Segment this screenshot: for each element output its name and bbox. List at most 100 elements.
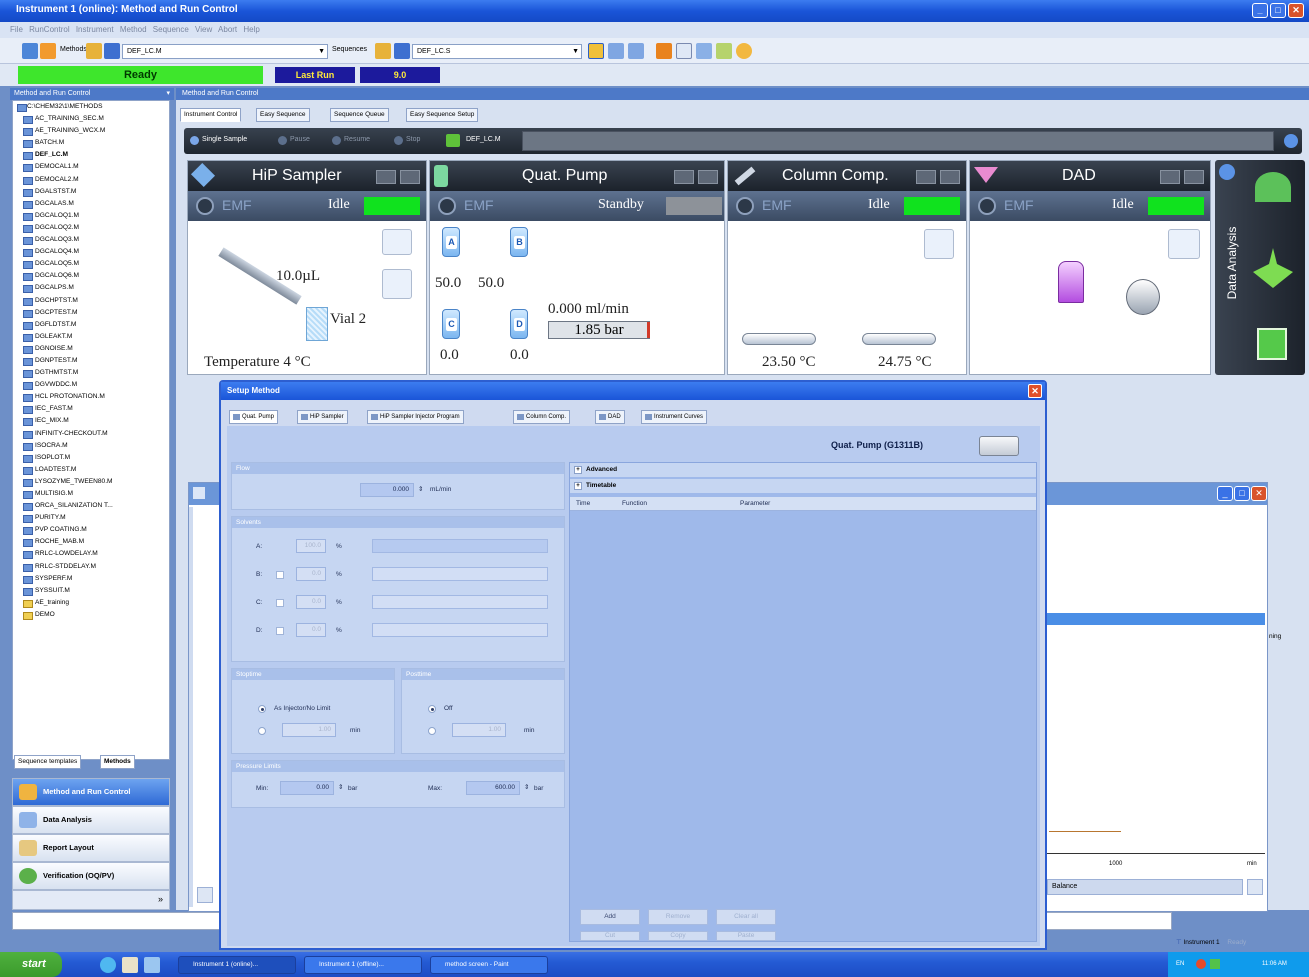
- toolbar-view-icon[interactable]: [22, 43, 38, 59]
- menu-file[interactable]: File: [10, 25, 23, 34]
- timetable-section[interactable]: + Timetable: [570, 479, 1036, 493]
- tree-item[interactable]: LYSOZYME_TWEEN80.M: [13, 476, 169, 488]
- posttime-input[interactable]: 1.00: [452, 723, 506, 737]
- advanced-section[interactable]: + Advanced: [570, 463, 1036, 477]
- tree-item[interactable]: DEMO: [13, 609, 169, 621]
- task-instrument-online[interactable]: Instrument 1 (online)...: [178, 956, 296, 974]
- tray-agilent-icon[interactable]: [1210, 959, 1220, 969]
- sampler-tray-icon[interactable]: [382, 229, 412, 255]
- tab-easy-sequence[interactable]: Easy Sequence: [256, 108, 310, 122]
- tree-item[interactable]: BATCH.M: [13, 137, 169, 149]
- tree-item[interactable]: DGCALOQ3.M: [13, 234, 169, 246]
- dad-menu[interactable]: [1184, 170, 1204, 184]
- solvent-b-input[interactable]: 0.0: [296, 567, 326, 581]
- solvent-d-input[interactable]: 0.0: [296, 623, 326, 637]
- bg-left-scroll-button[interactable]: [197, 887, 213, 903]
- tree-item[interactable]: DGFLDTST.M: [13, 319, 169, 331]
- print-icon[interactable]: [696, 43, 712, 59]
- load-sequence-icon[interactable]: [375, 43, 391, 59]
- dialog-tab-column-comp[interactable]: Column Comp.: [513, 410, 571, 424]
- tree-item[interactable]: DGCHPTST.M: [13, 295, 169, 307]
- dialog-tab-quat-pump[interactable]: Quat. Pump: [229, 410, 279, 424]
- quicklaunch-desktop-icon[interactable]: [122, 957, 138, 973]
- pressure-min-input[interactable]: 0.00: [280, 781, 334, 795]
- run-info-icon[interactable]: [1284, 134, 1298, 148]
- solvent-a-name[interactable]: [372, 539, 548, 553]
- tree-item[interactable]: ISOPLOT.M: [13, 452, 169, 464]
- layout-icon-1[interactable]: [588, 43, 604, 59]
- dad-minimize[interactable]: [1160, 170, 1180, 184]
- dialog-tab-hip-sampler[interactable]: HiP Sampler: [297, 410, 348, 424]
- tray-language[interactable]: EN: [1176, 961, 1184, 967]
- tree-item[interactable]: DGCALOQ5.M: [13, 258, 169, 270]
- tree-item[interactable]: AE_training: [13, 597, 169, 609]
- method-tree[interactable]: C:\CHEM32\1\METHODS AC_TRAINING_SEC.M AE_T…: [12, 100, 170, 760]
- tree-item[interactable]: RRLC-LOWDELAY.M: [13, 548, 169, 560]
- single-sample-button[interactable]: Single Sample: [190, 136, 247, 145]
- paste-button[interactable]: Paste: [716, 931, 776, 941]
- tree-item[interactable]: DGALSTST.M: [13, 186, 169, 198]
- nav-report-layout[interactable]: Report Layout: [12, 834, 170, 862]
- start-button[interactable]: start: [0, 952, 62, 977]
- bg-balance-field[interactable]: Balance: [1047, 879, 1243, 895]
- nav-overflow[interactable]: »: [12, 890, 170, 910]
- remove-button[interactable]: Remove: [648, 909, 708, 925]
- pause-button[interactable]: Pause: [278, 136, 310, 145]
- tree-item[interactable]: DEF_LC.M: [13, 149, 169, 161]
- load-method-icon[interactable]: [86, 43, 102, 59]
- menu-sequence[interactable]: Sequence: [153, 25, 189, 34]
- sampler-minimize[interactable]: [376, 170, 396, 184]
- stoptime-value-radio[interactable]: [258, 727, 266, 735]
- close-button[interactable]: ✕: [1288, 3, 1304, 18]
- nav-verification[interactable]: Verification (OQ/PV): [12, 862, 170, 890]
- tab-methods[interactable]: Methods: [100, 755, 135, 769]
- column-power-icon[interactable]: [736, 197, 754, 215]
- menu-instrument[interactable]: Instrument: [76, 25, 114, 34]
- quicklaunch-ie-icon[interactable]: [100, 957, 116, 973]
- tree-item[interactable]: DEMOCAL1.M: [13, 161, 169, 173]
- tree-root[interactable]: C:\CHEM32\1\METHODS: [13, 101, 169, 113]
- tab-sequence-queue[interactable]: Sequence Queue: [330, 108, 389, 122]
- tab-easy-sequence-setup[interactable]: Easy Sequence Setup: [406, 108, 479, 122]
- tree-item[interactable]: IEC_FAST.M: [13, 403, 169, 415]
- sampler-thermostat-icon[interactable]: [382, 269, 412, 299]
- tab-instrument-control[interactable]: Instrument Control: [180, 108, 242, 122]
- toolbar-method-icon[interactable]: [40, 43, 56, 59]
- tree-item[interactable]: DGCALOQ4.M: [13, 246, 169, 258]
- menu-help[interactable]: Help: [243, 25, 259, 34]
- tree-item[interactable]: DGCALOQ1.M: [13, 210, 169, 222]
- tree-item[interactable]: RRLC-STDDELAY.M: [13, 561, 169, 573]
- solvent-c-name[interactable]: [372, 595, 548, 609]
- sampler-menu[interactable]: [400, 170, 420, 184]
- info-icon[interactable]: [736, 43, 752, 59]
- tree-item[interactable]: INFINITY-CHECKOUT.M: [13, 428, 169, 440]
- tree-item[interactable]: DGCALAS.M: [13, 198, 169, 210]
- layout-icon-3[interactable]: [628, 43, 644, 59]
- sampler-power-icon[interactable]: [196, 197, 214, 215]
- tree-item[interactable]: PVP COATING.M: [13, 524, 169, 536]
- tree-item[interactable]: SYSSUIT.M: [13, 585, 169, 597]
- tray-network-icon[interactable]: [1196, 959, 1206, 969]
- menu-runcontrol[interactable]: RunControl: [29, 25, 69, 34]
- tree-item[interactable]: DGNOISE.M: [13, 343, 169, 355]
- menu-method[interactable]: Method: [120, 25, 147, 34]
- tree-item[interactable]: DGTHMTST.M: [13, 367, 169, 379]
- tree-item[interactable]: DGCALOQ2.M: [13, 222, 169, 234]
- nav-data-analysis[interactable]: Data Analysis: [12, 806, 170, 834]
- tree-item[interactable]: LOADTEST.M: [13, 464, 169, 476]
- solvent-c-checkbox[interactable]: [276, 599, 284, 607]
- pressure-max-stepper[interactable]: ⇕: [524, 783, 529, 791]
- posttime-off-radio[interactable]: [428, 705, 436, 713]
- tree-item[interactable]: SYSPERF.M: [13, 573, 169, 585]
- col-time[interactable]: Time: [576, 500, 590, 507]
- tree-item[interactable]: AE_TRAINING_WCX.M: [13, 125, 169, 137]
- resume-button[interactable]: Resume: [332, 136, 370, 145]
- cut-button[interactable]: Cut: [580, 931, 640, 941]
- add-button[interactable]: Add: [580, 909, 640, 925]
- stop-button[interactable]: Stop: [394, 136, 420, 145]
- report-icon[interactable]: [676, 43, 692, 59]
- menu-view[interactable]: View: [195, 25, 212, 34]
- spectrum-icon[interactable]: [1168, 229, 1200, 259]
- stoptime-no-limit-radio[interactable]: [258, 705, 266, 713]
- clear-all-button[interactable]: Clear all: [716, 909, 776, 925]
